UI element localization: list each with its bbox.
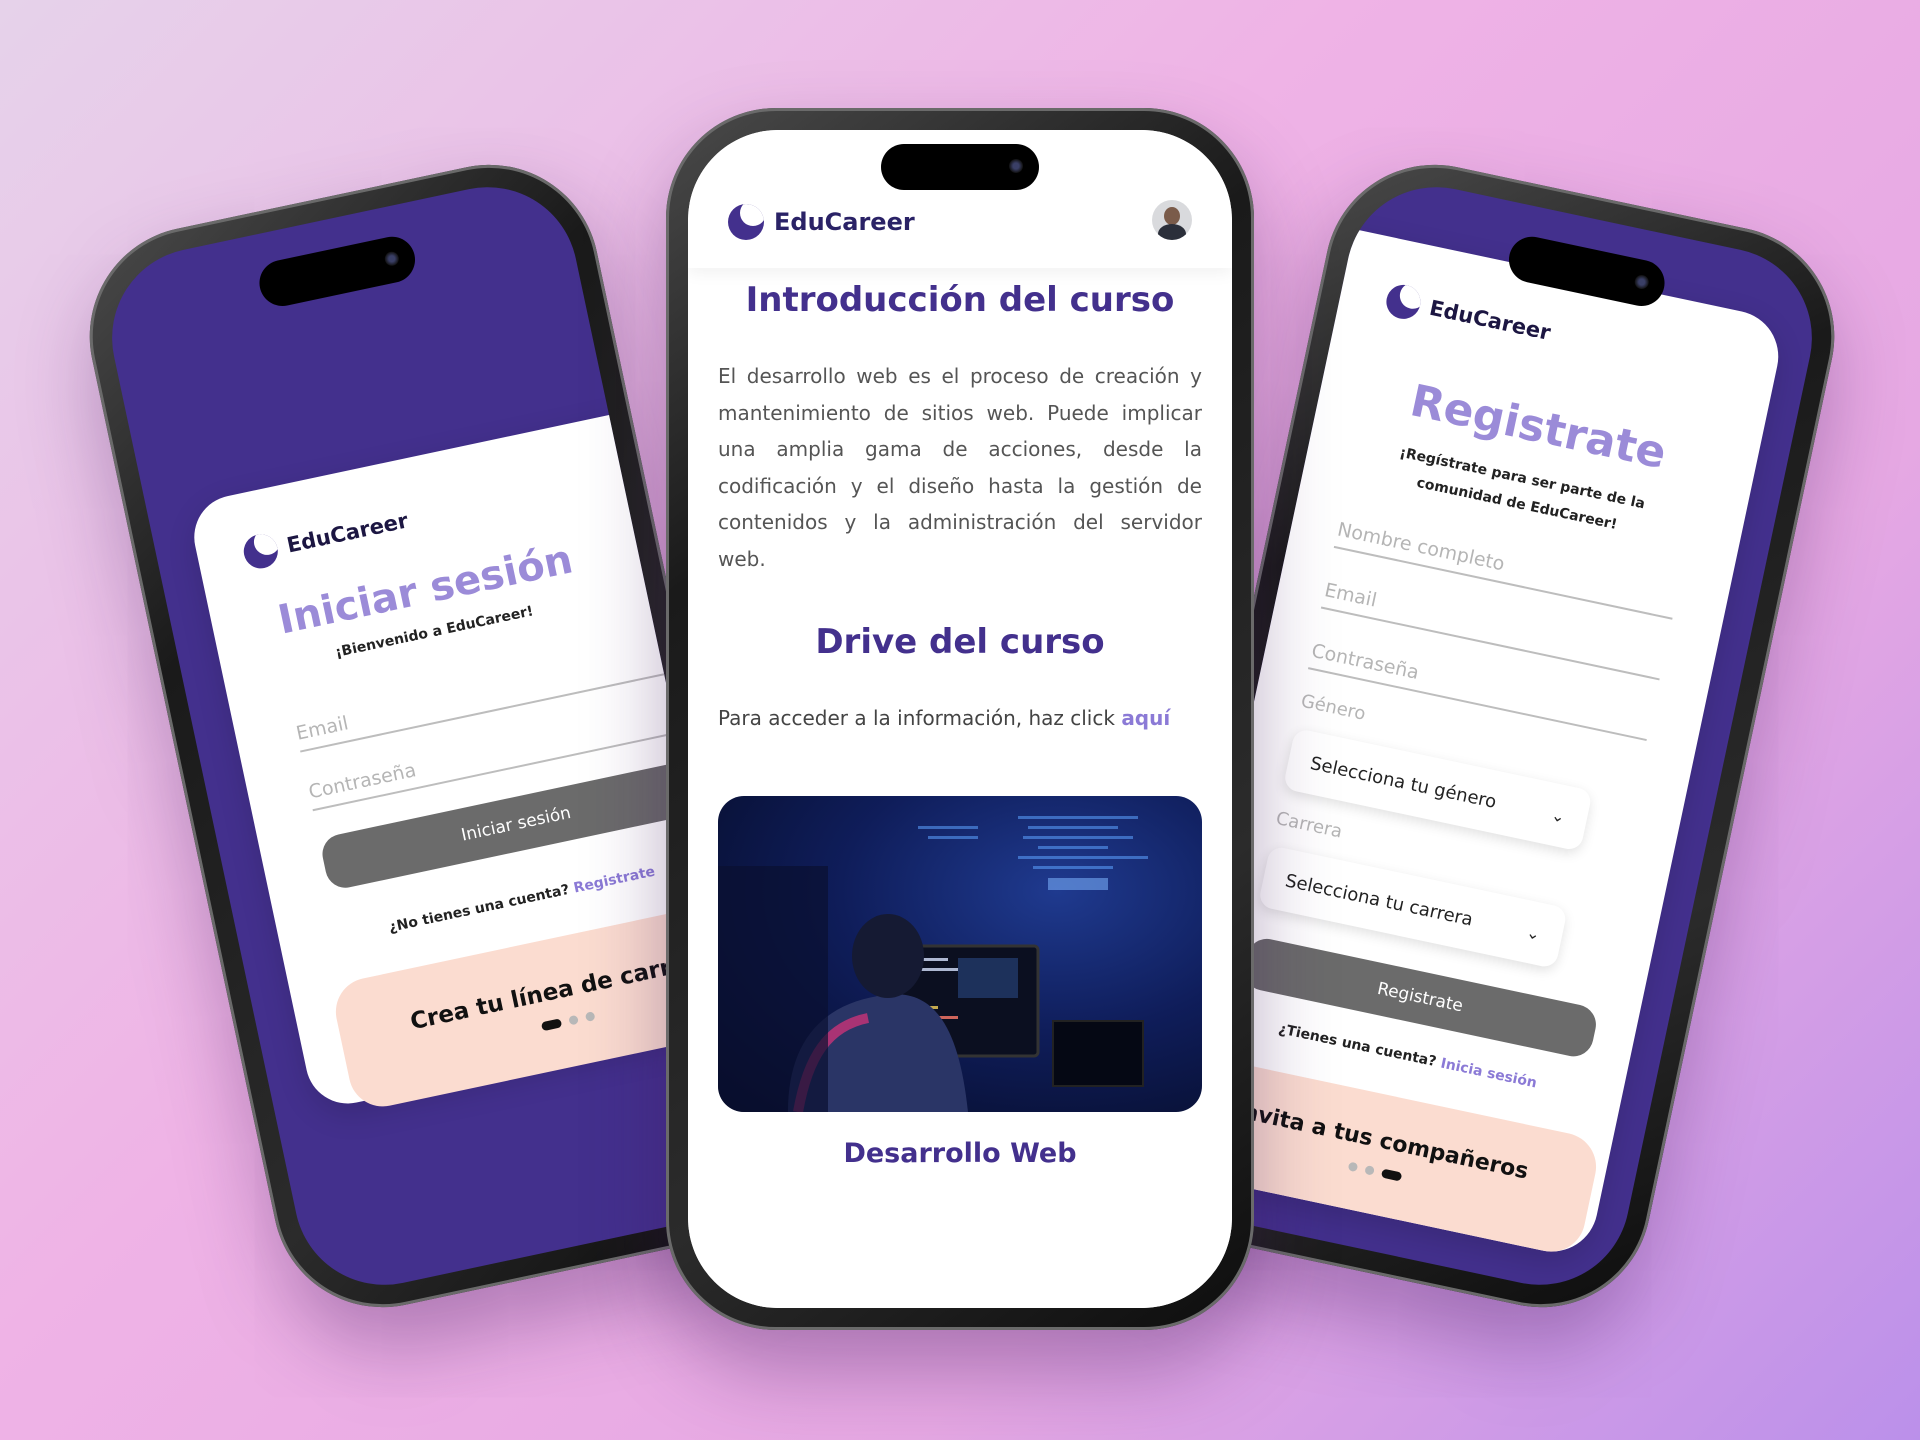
chevron-down-icon: ⌄: [1524, 922, 1542, 944]
brand-logo: EduCareer: [240, 504, 412, 572]
logo-mark-icon: [1383, 281, 1424, 323]
have-account-text: ¿Tienes una cuenta?: [1277, 1021, 1438, 1071]
brand-logo[interactable]: EduCareer: [728, 204, 915, 240]
carousel-dot[interactable]: [540, 1018, 563, 1032]
drive-text-row: Para acceder a la información, haz click…: [718, 706, 1202, 730]
carousel-dot[interactable]: [1347, 1161, 1359, 1173]
carousel-dot[interactable]: [568, 1014, 579, 1026]
carousel-dot[interactable]: [584, 1011, 596, 1022]
chevron-down-icon: ⌄: [1549, 804, 1567, 827]
course-name: Desarrollo Web: [843, 1138, 1077, 1169]
dynamic-island: [881, 144, 1039, 190]
no-account-text: ¿No tienes una cuenta?: [387, 881, 571, 936]
brand-name: EduCareer: [1427, 295, 1553, 345]
career-select-value: Selecciona tu carrera: [1283, 869, 1475, 931]
logo-mark-icon: [240, 531, 281, 572]
dynamic-island: [255, 232, 420, 311]
developer-photo: [718, 816, 1148, 1112]
course-phone: EduCareer Introducción del curso El desa…: [666, 108, 1254, 1330]
drive-title: Drive del curso: [815, 622, 1105, 662]
brand-name: EduCareer: [774, 208, 915, 236]
drive-text: Para acceder a la información, haz click: [718, 706, 1115, 730]
carousel-dot[interactable]: [1364, 1165, 1375, 1176]
logo-mark-icon: [728, 204, 764, 240]
brand-name: EduCareer: [284, 508, 411, 558]
career-label: Carrera: [1274, 808, 1345, 843]
register-link[interactable]: Registrate: [572, 864, 656, 897]
login-link[interactable]: Inicia sesión: [1439, 1056, 1538, 1092]
brand-logo: EduCareer: [1383, 281, 1554, 350]
user-avatar[interactable]: [1152, 200, 1192, 240]
intro-title: Introducción del curso: [745, 280, 1175, 320]
gender-select-value: Selecciona tu género: [1308, 752, 1499, 813]
drive-link[interactable]: aquí: [1121, 706, 1170, 730]
course-screen: EduCareer Introducción del curso El desa…: [688, 130, 1232, 1308]
carousel-dot[interactable]: [1380, 1168, 1403, 1182]
intro-text: El desarrollo web es el proceso de creac…: [718, 364, 1202, 571]
course-image[interactable]: [718, 796, 1202, 1112]
course-content: Introducción del curso El desarrollo web…: [688, 240, 1232, 1308]
gender-label: Género: [1299, 690, 1368, 725]
